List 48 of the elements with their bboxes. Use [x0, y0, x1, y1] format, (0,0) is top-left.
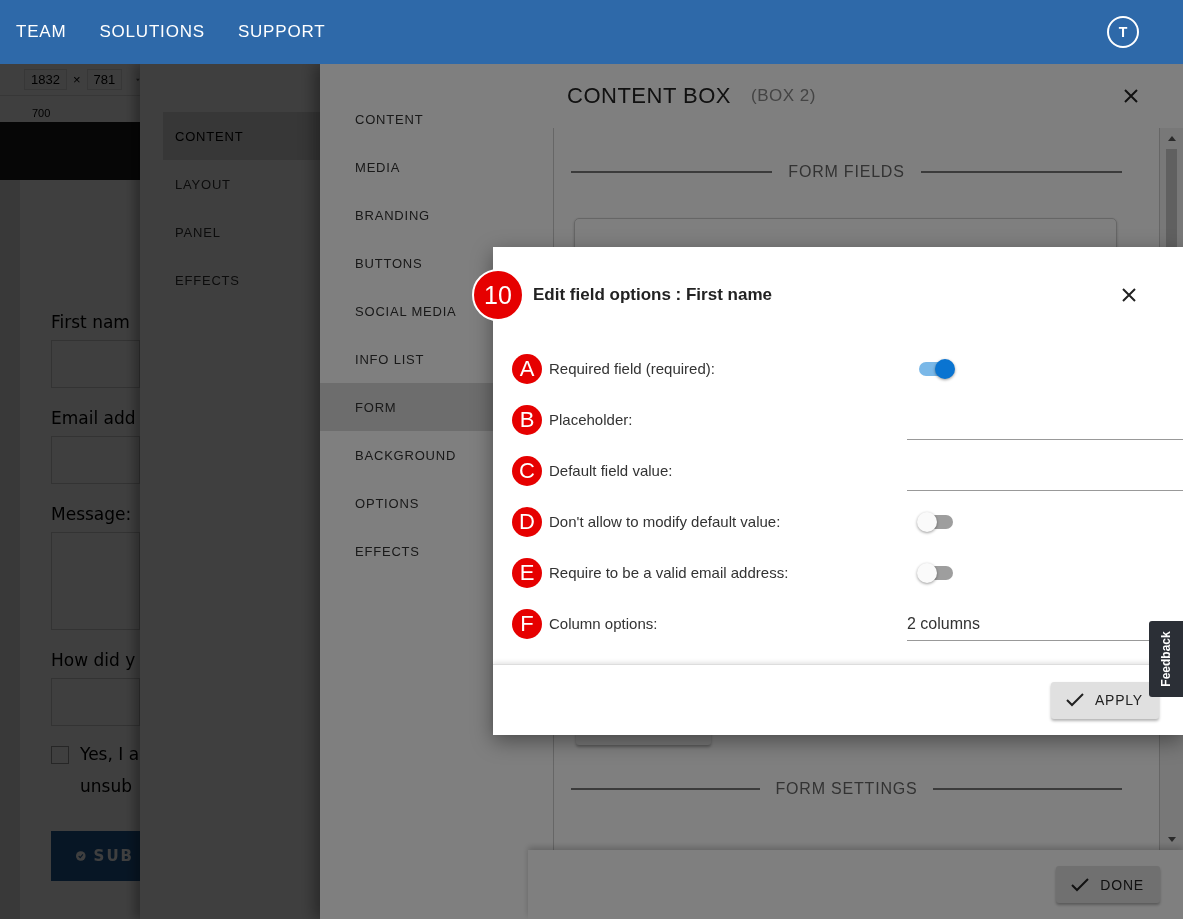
marker-badge: A — [512, 353, 542, 384]
scroll-up-icon[interactable] — [1167, 136, 1176, 141]
toggle-switch[interactable] — [919, 565, 953, 580]
input-field[interactable] — [51, 340, 140, 388]
field-label: Email add — [51, 408, 137, 428]
nav-link[interactable]: TEAM — [16, 22, 67, 42]
nav-link[interactable]: SOLUTIONS — [99, 22, 205, 42]
menu-item[interactable]: CONTENT — [320, 95, 553, 143]
toggle-switch[interactable] — [919, 361, 953, 376]
option-label: Require to be a valid email address: — [549, 564, 790, 581]
marker-badge: C — [512, 455, 542, 486]
scroll-down-icon[interactable] — [1167, 837, 1176, 842]
textarea-field[interactable] — [51, 532, 140, 630]
toggle-switch[interactable] — [919, 514, 953, 529]
close-icon — [1123, 88, 1139, 104]
times-sign: × — [72, 72, 81, 87]
menu-item[interactable]: MEDIA — [320, 143, 553, 191]
section-title: FORM FIELDS — [788, 163, 905, 181]
apply-button[interactable]: APPLY — [1050, 681, 1159, 719]
feedback-tab[interactable]: Feedback — [1149, 621, 1183, 697]
option-label: Required field (required): — [549, 360, 716, 377]
marker-badge: F — [512, 608, 542, 639]
consent-text: Yes, I a unsub — [80, 744, 140, 796]
panel-subtitle: (BOX 2) — [751, 86, 816, 106]
step-badge: 10 — [472, 269, 524, 321]
option-label: Column options: — [549, 615, 659, 632]
option-label: Don't allow to modify default value: — [549, 513, 782, 530]
marker-badge: E — [512, 557, 542, 588]
panel-title: CONTENT BOX — [567, 83, 731, 109]
close-icon — [1121, 287, 1137, 303]
input-field[interactable] — [51, 436, 140, 484]
input-field[interactable] — [51, 678, 140, 726]
dialog-title: Edit field options : First name — [533, 285, 772, 305]
menu-item[interactable]: BRANDING — [320, 191, 553, 239]
marker-badge: D — [512, 506, 542, 537]
checkbox[interactable] — [51, 746, 69, 764]
check-icon — [1064, 692, 1085, 708]
option-label: Default field value: — [549, 462, 674, 479]
done-button[interactable]: DONE — [1056, 866, 1160, 903]
field-label: First nam — [51, 312, 131, 332]
ruler-label: 700 — [31, 107, 51, 121]
nav-link[interactable]: SUPPORT — [237, 22, 326, 42]
field-label: Message: — [51, 504, 133, 524]
marker-badge: B — [512, 404, 542, 435]
check-icon — [1070, 876, 1091, 893]
avatar[interactable]: T — [1107, 16, 1139, 48]
section-title: FORM SETTINGS — [775, 780, 918, 798]
field-label: How did y — [51, 650, 137, 670]
